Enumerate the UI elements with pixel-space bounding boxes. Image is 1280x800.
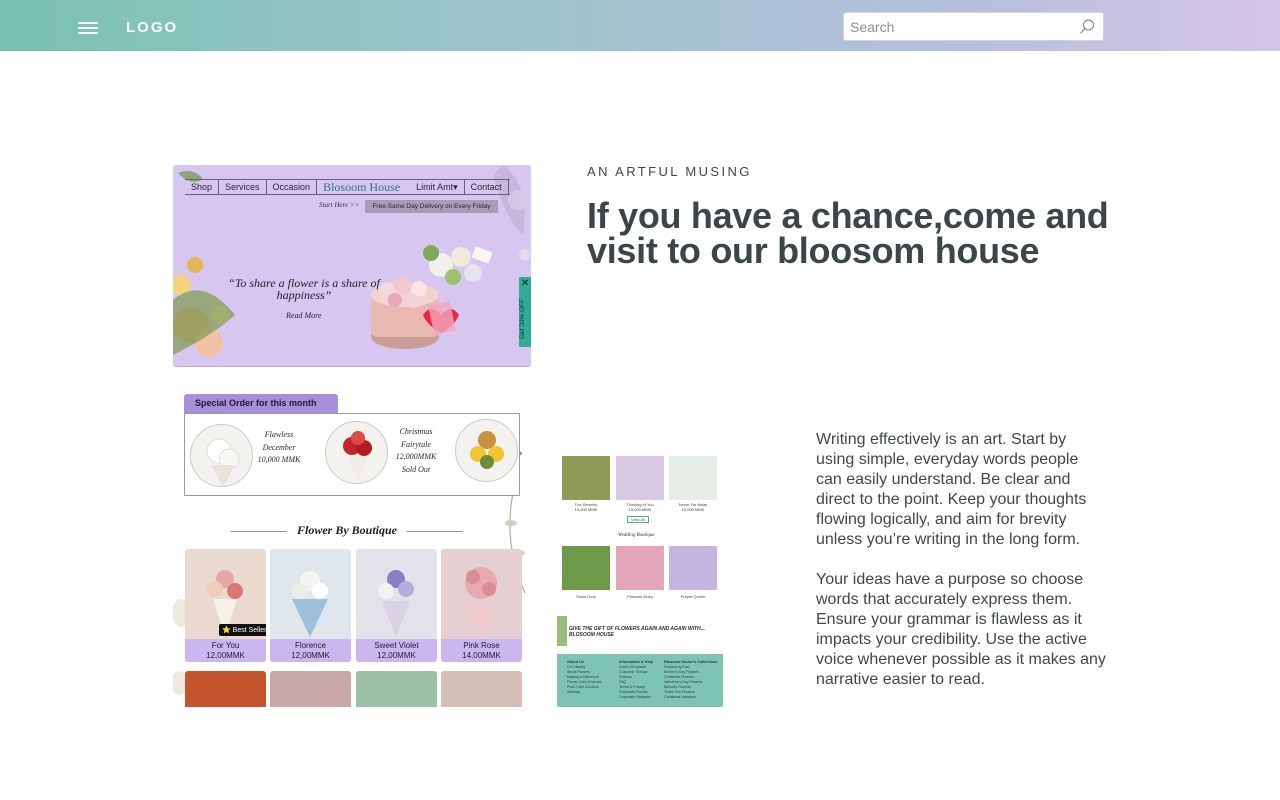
product-caption: Sweet Violet 12,00MMK bbox=[356, 639, 437, 662]
product-image bbox=[270, 549, 351, 639]
search-input[interactable] bbox=[850, 17, 1075, 36]
product-card[interactable]: ⭐ Best Seller For You 12,00MMK bbox=[185, 549, 266, 662]
hero-quote: “To share a flower is a share of happine… bbox=[228, 276, 380, 302]
mini-footer: About Us Our History About Flowers Making … bbox=[557, 654, 723, 707]
product-image[interactable] bbox=[669, 546, 717, 590]
page-headline: If you have a chance,come and visit to o… bbox=[587, 195, 1109, 271]
special-order-carousel: Flawless December 10,000 MMK Christmas F… bbox=[184, 413, 520, 496]
special-item-label: Christmas Fairytale 12,000MMK Sold Out bbox=[395, 427, 437, 474]
mini-nav-contact[interactable]: Contact bbox=[465, 180, 509, 194]
product-image bbox=[185, 671, 266, 707]
section-title: Flower By Boutique bbox=[229, 523, 465, 538]
product-caption: Never Far Away 15,000 MMK bbox=[678, 502, 708, 512]
product-card[interactable] bbox=[356, 671, 437, 707]
product-card[interactable] bbox=[270, 671, 351, 707]
product-card[interactable]: Pink Rose 14,00MMK bbox=[441, 549, 522, 662]
product-image[interactable] bbox=[616, 456, 664, 500]
mini-nav-services[interactable]: Services bbox=[219, 180, 267, 194]
wedding-title: Wedding Boutique bbox=[618, 533, 655, 538]
product-caption: For You 12,00MMK bbox=[185, 639, 266, 662]
product-image bbox=[441, 549, 522, 639]
product-image[interactable] bbox=[562, 546, 610, 590]
product-card[interactable]: Florence 12,00MMK bbox=[270, 549, 351, 662]
top-bar: LOGO bbox=[0, 0, 1280, 51]
leaf-decoration bbox=[557, 616, 567, 646]
footer-column: Blosoom House's Collections Flowers by P… bbox=[664, 660, 718, 699]
body-paragraph: Writing effectively is an art. Start by … bbox=[816, 431, 1087, 548]
product-caption: Princess Diary bbox=[627, 594, 653, 599]
product-image bbox=[356, 549, 437, 639]
start-here-link[interactable]: Start Here >> bbox=[319, 201, 359, 209]
body-paragraph: Your ideas have a purpose so choose word… bbox=[816, 571, 1106, 688]
footer-column: Information & Help Covid-19 Update Custom… bbox=[619, 660, 653, 699]
special-order-tab[interactable]: Special Order for this month bbox=[184, 394, 338, 413]
mini-nav-shop[interactable]: Shop bbox=[185, 180, 220, 194]
close-icon[interactable]: ✕ bbox=[521, 278, 529, 289]
gift-tagline: GIVE THE GIFT OF FLOWERS AGAIN AND AGAIN… bbox=[569, 626, 705, 638]
footer-column: About Us Our History About Flowers Making … bbox=[567, 660, 602, 694]
special-item-image[interactable] bbox=[190, 424, 253, 487]
special-item-label: Flawless December 10,000 MMK bbox=[257, 430, 301, 464]
product-image bbox=[356, 671, 437, 707]
product-image[interactable] bbox=[562, 456, 610, 500]
floral-decoration bbox=[173, 165, 531, 357]
special-item-image[interactable] bbox=[325, 421, 388, 484]
product-caption: Florence 12,00MMK bbox=[270, 639, 351, 662]
product-caption: Purple Queen bbox=[680, 594, 706, 599]
mini-nav-bar: Shop Services Occasion Blosoom House Lim… bbox=[185, 179, 510, 195]
product-caption: The Serenity 15,000 MMK bbox=[574, 502, 598, 512]
promo-tab[interactable]: ✕ Get 30% OFF bbox=[519, 277, 531, 347]
mini-nav-occasion[interactable]: Occasion bbox=[267, 180, 318, 194]
product-caption: Snow Drop bbox=[576, 594, 596, 599]
collection-screenshot[interactable]: The Serenity 15,000 MMK Thinking of You 15… bbox=[557, 456, 723, 707]
best-seller-badge: ⭐ Best Seller bbox=[219, 624, 266, 636]
mini-brand-logo[interactable]: Blosoom House bbox=[317, 180, 410, 194]
product-caption: Thinking of You 15,000 MMK bbox=[626, 502, 654, 512]
search-icon[interactable] bbox=[1078, 18, 1096, 36]
menu-icon[interactable] bbox=[78, 22, 98, 34]
product-card[interactable] bbox=[441, 671, 522, 707]
logo[interactable]: LOGO bbox=[126, 19, 178, 36]
mini-nav-limit-amt[interactable]: Limit Amt▾ bbox=[410, 180, 465, 194]
promo-label: Get 30% OFF bbox=[519, 298, 526, 340]
special-item-image[interactable] bbox=[455, 419, 518, 482]
boutique-screenshot[interactable]: Special Order for this month Flawless De… bbox=[173, 393, 531, 707]
product-caption: Pink Rose 14,00MMK bbox=[441, 639, 522, 662]
product-card[interactable]: Sweet Violet 12,00MMK bbox=[356, 549, 437, 662]
product-image[interactable] bbox=[616, 546, 664, 590]
product-image[interactable] bbox=[669, 456, 717, 500]
view-all-button[interactable]: View All bbox=[627, 516, 649, 523]
product-image bbox=[270, 671, 351, 707]
read-more-link[interactable]: Read More bbox=[286, 311, 321, 320]
product-image bbox=[441, 671, 522, 707]
chevron-right-icon[interactable]: › bbox=[519, 449, 523, 459]
delivery-banner: Free Same Day Delivery on Every Friday bbox=[365, 200, 498, 213]
hero-screenshot[interactable]: Shop Services Occasion Blosoom House Lim… bbox=[173, 165, 531, 367]
search-box bbox=[843, 12, 1104, 41]
product-card[interactable] bbox=[185, 671, 266, 707]
body-copy: Writing effectively is an art. Start by … bbox=[816, 430, 1106, 690]
section-eyebrow: AN ARTFUL MUSING bbox=[587, 164, 752, 179]
